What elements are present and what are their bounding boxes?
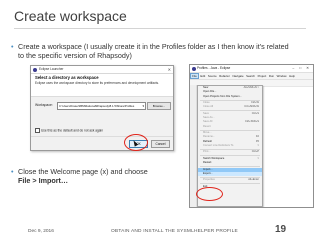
menu-item-label: Save [203,111,209,115]
menu-item-label: Convert Line Delimiters To [203,144,234,148]
menu-item-label: Switch Workspace [203,156,225,160]
menu-item-label: Open File... [203,90,217,94]
page-number: 19 [275,224,287,235]
file-menu-item-revert[interactable]: Revert [198,125,262,129]
menu-search[interactable]: Search [245,74,256,78]
eclipse-app-icon [33,67,37,72]
file-menu-item-close-all[interactable]: Close All Ctrl+Shift+W [198,105,262,109]
launcher-header: Select a directory as workspace Eclipse … [31,74,173,97]
menu-item-label: Close [203,101,210,105]
side-panel [190,85,197,207]
footer-date: Dec 9, 2016 [28,229,54,234]
default-checkbox[interactable] [35,128,40,133]
menu-refactor[interactable]: Refactor [218,74,231,78]
menu-help[interactable]: Help [288,74,296,78]
chevron-down-icon[interactable]: ▾ [142,103,144,109]
menu-item-label: Refresh [203,139,213,143]
import-highlight-circle [196,187,223,201]
bullet-glyph: • [11,42,14,51]
browse-button[interactable]: Browse... [147,102,171,110]
eclipse-launcher-dialog: Eclipse Launcher ✕ Select a directory as… [30,65,174,151]
menu-source[interactable]: Source [207,74,218,78]
close-icon[interactable]: ✕ [168,66,171,73]
menu-item-shortcut: > [257,144,259,148]
default-checkbox-row[interactable]: Use this as the default and do not ask a… [35,128,103,133]
file-menu-item-print[interactable]: Print... Ctrl+P [198,150,262,154]
menu-item-label: Save All [203,120,213,124]
cancel-button[interactable]: Cancel [151,140,170,148]
menu-item-label: Save As... [203,116,215,120]
workspace-label: Workspace: [35,103,53,107]
menu-item-label: Revert [203,124,211,128]
file-menu-item-restart[interactable]: Restart [198,161,262,165]
bullet-2-text: Close the Welcome page (x) and choose [18,167,148,176]
launcher-window-title: Eclipse Launcher [39,67,64,71]
menu-item-label: Move... [203,131,212,135]
menu-window[interactable]: Window [275,74,288,78]
bullet-1-text: Create a workspace (I usually create it … [18,42,289,60]
menu-bar: File Edit Source Refactor Navigate Search Proj… [190,73,313,80]
window-controls[interactable]: – □ ✕ [292,65,311,72]
launcher-footer: OK Cancel [31,136,173,150]
menu-item-shortcut: Ctrl+P [251,150,259,154]
workspace-path: C:\Users\Fraser\IBM\Rational\Rhapsody\8.… [59,104,135,108]
launcher-description: Eclipse uses the workspace directory to … [35,81,160,85]
default-checkbox-label: Use this as the default and do not ask a… [41,128,104,133]
launcher-titlebar: Eclipse Launcher ✕ [31,66,173,74]
menu-item-label: New [203,86,209,89]
bullet-2-command: File > Import… [18,176,69,185]
eclipse-window-title: Profiles - Java - Eclipse [197,66,231,70]
file-menu-item-open-projects-from-file-system[interactable]: Open Projects from File System... [198,95,262,99]
menu-item-shortcut: Ctrl+Shift+W [244,105,259,109]
bullet-2: • Close the Welcome page (x) and choose … [11,167,293,185]
menu-item-label: Restart [203,161,212,165]
menu-item-label: Print... [203,150,211,154]
footer-title: OBTAIN AND INSTALL THE SYSMLHELPER PROFI… [111,229,238,234]
file-menu-item-convert-line-delimiters-to[interactable]: Convert Line Delimiters To > [198,144,262,148]
menu-navigate[interactable]: Navigate [231,74,245,78]
workspace-row: Workspace: C:\Users\Fraser\IBM\Rational\… [35,102,171,110]
slide-title: Create workspace [14,8,127,24]
menu-item-label: Open Projects from File System... [203,94,242,98]
menu-file[interactable]: File [190,73,200,79]
menu-edit[interactable]: Edit [199,74,206,78]
title-divider [14,28,306,29]
eclipse-app-icon [192,66,196,71]
eclipse-titlebar: Profiles - Java - Eclipse – □ ✕ [190,65,313,73]
bullet-1: • Create a workspace (I usually create i… [11,42,293,60]
menu-item-label: Close All [203,105,214,109]
workspace-combo[interactable]: C:\Users\Fraser\IBM\Rational\Rhapsody\8.… [57,102,146,110]
menu-project[interactable]: Project [256,74,267,78]
menu-item-label: Rename... [203,135,215,139]
bullet-glyph: • [11,167,14,176]
